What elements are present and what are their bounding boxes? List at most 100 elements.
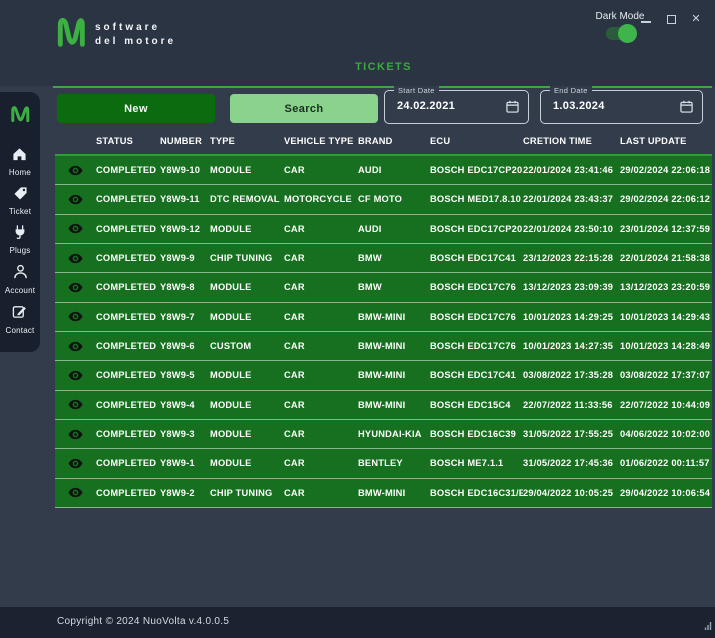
view-eye-icon[interactable] [68,253,83,264]
accent-divider [53,86,712,88]
cell-type: MODULE [210,282,284,292]
start-date-value: 24.02.2021 [397,100,455,112]
cell-number: Y8W9-1 [160,458,210,468]
start-date-field[interactable]: Start Date 24.02.2021 [384,90,529,124]
table-row[interactable]: COMPLETED Y8W9-7 MODULE CAR BMW-MINI BOS… [55,303,712,332]
table-row[interactable]: COMPLETED Y8W9-9 CHIP TUNING CAR BMW BOS… [55,244,712,273]
cell-ecu: BOSCH ME7.1.1 [430,458,523,468]
cell-ecu: BOSCH EDC17C41 [430,370,523,380]
sidebar-item-label: Plugs [9,246,30,255]
dark-mode-toggle[interactable] [606,27,634,40]
table-row[interactable]: COMPLETED Y8W9-10 MODULE CAR AUDI BOSCH … [55,156,712,185]
page-title: TICKETS [55,61,712,73]
cell-number: Y8W9-4 [160,400,210,410]
table-row[interactable]: COMPLETED Y8W9-1 MODULE CAR BENTLEY BOSC… [55,449,712,478]
sidebar-item-account[interactable]: Account [5,264,35,295]
view-eye-icon[interactable] [68,370,83,381]
cell-type: MODULE [210,429,284,439]
sidebar-item-plugs[interactable]: Plugs [9,225,30,255]
cell-last-update: 01/06/2022 00:11:57 [620,458,712,468]
home-icon [12,147,27,166]
view-eye-icon[interactable] [68,487,83,498]
column-header-type: TYPE [210,136,284,146]
table-row[interactable]: COMPLETED Y8W9-3 MODULE CAR HYUNDAI-KIA … [55,420,712,449]
table-body: COMPLETED Y8W9-10 MODULE CAR AUDI BOSCH … [55,154,712,508]
table-row[interactable]: COMPLETED Y8W9-11 DTC REMOVAL MOTORCYCLE… [55,185,712,214]
resize-grip-icon[interactable] [704,617,712,635]
view-eye-icon[interactable] [68,165,83,176]
cell-type: MODULE [210,458,284,468]
new-button[interactable]: New [57,94,215,123]
cell-ecu: BOSCH EDC15C4 [430,400,523,410]
view-eye-icon[interactable] [68,429,83,440]
cell-type: MODULE [210,165,284,175]
cell-cretion-time: 22/01/2024 23:41:46 [523,165,620,175]
cell-type: DTC REMOVAL [210,194,284,204]
search-button[interactable]: Search [230,94,378,123]
cell-status: COMPLETED [96,488,160,498]
cell-brand: BMW-MINI [358,488,430,498]
cell-cretion-time: 22/07/2022 11:33:56 [523,400,620,410]
calendar-icon[interactable] [680,100,693,118]
cell-number: Y8W9-5 [160,370,210,380]
table-row[interactable]: COMPLETED Y8W9-12 MODULE CAR AUDI BOSCH … [55,215,712,244]
view-eye-icon[interactable] [68,311,83,322]
close-icon[interactable]: ✕ [690,13,702,25]
copyright-text: Copyright © 2024 NuoVolta v.4.0.0.5 [57,616,229,627]
column-header-ecu: ECU [430,136,523,146]
sidebar-item-label: Ticket [9,207,31,216]
cell-last-update: 10/01/2023 14:28:49 [620,341,712,351]
start-date-label: Start Date [394,86,439,95]
view-eye-icon[interactable] [68,282,83,293]
toggle-knob [618,24,637,43]
cell-last-update: 22/07/2022 10:44:09 [620,400,712,410]
person-icon [13,264,28,284]
view-eye-icon[interactable] [68,223,83,234]
cell-number: Y8W9-2 [160,488,210,498]
cell-type: CHIP TUNING [210,253,284,263]
cell-vehicle-type: CAR [284,282,358,292]
cell-status: COMPLETED [96,341,160,351]
calendar-icon[interactable] [506,100,519,118]
cell-status: COMPLETED [96,312,160,322]
table-row[interactable]: COMPLETED Y8W9-2 CHIP TUNING CAR BMW-MIN… [55,479,712,508]
column-header-last-update: LAST UPDATE [620,136,712,146]
cell-vehicle-type: MOTORCYCLE [284,194,358,204]
cell-number: Y8W9-10 [160,165,210,175]
table-row[interactable]: COMPLETED Y8W9-6 CUSTOM CAR BMW-MINI BOS… [55,332,712,361]
cell-status: COMPLETED [96,282,160,292]
sidebar-item-home[interactable]: Home [9,147,31,177]
table-row[interactable]: COMPLETED Y8W9-8 MODULE CAR BMW BOSCH ED… [55,273,712,302]
column-header-vehicle-type: VEHICLE TYPE [284,136,358,146]
table-row[interactable]: COMPLETED Y8W9-5 MODULE CAR BMW-MINI BOS… [55,361,712,390]
edit-square-icon [12,304,27,324]
cell-number: Y8W9-9 [160,253,210,263]
cell-brand: BMW-MINI [358,341,430,351]
cell-vehicle-type: CAR [284,165,358,175]
view-eye-icon[interactable] [68,458,83,469]
sidebar-item-ticket[interactable]: Ticket [9,186,31,216]
cell-brand: BENTLEY [358,458,430,468]
column-header-status: STATUS [96,136,160,146]
cell-number: Y8W9-11 [160,194,210,204]
view-eye-icon[interactable] [68,399,83,410]
cell-last-update: 10/01/2023 14:29:43 [620,312,712,322]
end-date-field[interactable]: End Date 1.03.2024 [540,90,703,124]
cell-vehicle-type: CAR [284,400,358,410]
cell-cretion-time: 10/01/2023 14:29:25 [523,312,620,322]
cell-vehicle-type: CAR [284,458,358,468]
end-date-label: End Date [550,86,592,95]
view-eye-icon[interactable] [68,341,83,352]
cell-ecu: BOSCH MED17.8.10 [430,194,523,204]
table-row[interactable]: COMPLETED Y8W9-4 MODULE CAR BMW-MINI BOS… [55,391,712,420]
cell-status: COMPLETED [96,458,160,468]
cell-number: Y8W9-6 [160,341,210,351]
minimize-icon[interactable] [640,13,652,25]
sidebar-item-contact[interactable]: Contact [6,304,35,335]
ticket-tag-icon [13,186,28,205]
view-eye-icon[interactable] [68,194,83,205]
cell-last-update: 29/04/2022 10:06:54 [620,488,712,498]
cell-cretion-time: 31/05/2022 17:45:36 [523,458,620,468]
maximize-icon[interactable] [665,13,677,25]
cell-status: COMPLETED [96,194,160,204]
